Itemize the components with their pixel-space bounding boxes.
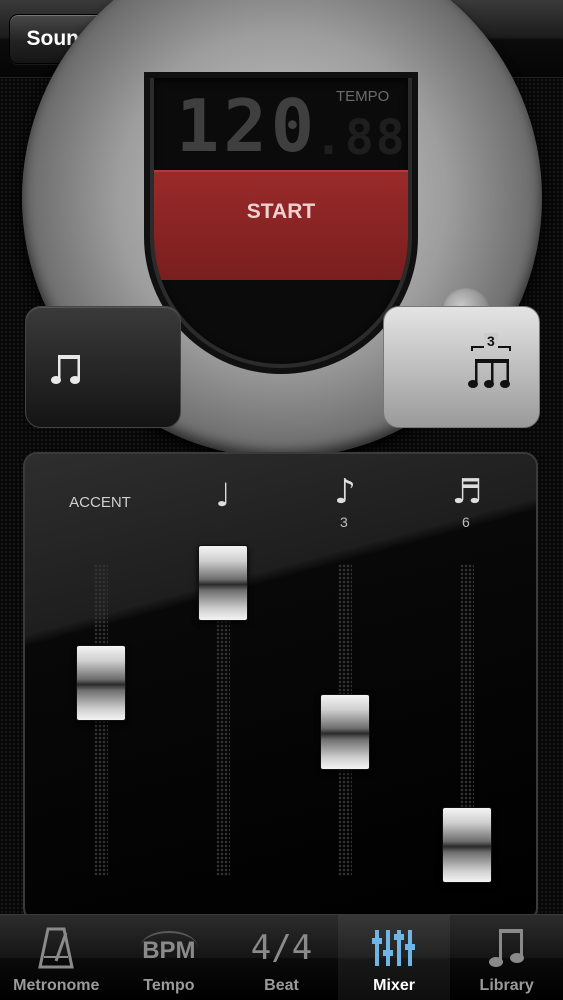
tempo-display: 120 .88 TEMPO START [150, 78, 412, 368]
tempo-digits: 120 [176, 84, 319, 168]
bpm-icon: BPM [113, 923, 226, 973]
tab-metronome[interactable]: Metronome [0, 915, 113, 1000]
quarter-note-icon: ♩ [215, 476, 231, 514]
fader-eighth[interactable] [320, 694, 370, 771]
eighth-note-icon: ♪ [334, 472, 356, 512]
fader-quarter[interactable] [198, 544, 248, 621]
fader-sixteenth[interactable] [442, 806, 492, 883]
triplet-number: 3 [484, 333, 498, 349]
triplet-button[interactable]: 3 [383, 306, 540, 428]
metronome-icon [0, 923, 113, 973]
channel-label-accent: ACCENT [69, 494, 131, 511]
music-note-icon [450, 923, 563, 973]
tab-tempo[interactable]: BPM Tempo [113, 915, 226, 1000]
start-button[interactable]: START [154, 170, 408, 280]
tab-bar: Metronome BPM Tempo 4/4 Beat Mixer Libra… [0, 914, 563, 1000]
tempo-decimal: .88 [314, 110, 407, 166]
eighth-notes-icon [51, 355, 80, 384]
tempo-label: TEMPO [336, 88, 390, 105]
tab-mixer[interactable]: Mixer [337, 915, 451, 1000]
tab-beat[interactable]: 4/4 Beat [225, 915, 338, 1000]
mixer-panel: ACCENT ♩ ♪ 3 ♬ 6 [23, 452, 538, 922]
sixteenth-note-icon: ♬ [451, 472, 483, 512]
tab-library[interactable]: Library [450, 915, 563, 1000]
channel-sub-3: 3 [340, 514, 348, 530]
channel-sub-6: 6 [462, 514, 470, 530]
subdivision-button[interactable] [25, 306, 181, 428]
main-area: 120 .88 TEMPO START 3 ACCENT ♩ ♪ 3 ♬ 6 [0, 0, 563, 922]
time-signature-icon: 4/4 [250, 928, 313, 968]
mixer-sliders-icon [338, 923, 451, 973]
fader-accent[interactable] [76, 644, 126, 721]
